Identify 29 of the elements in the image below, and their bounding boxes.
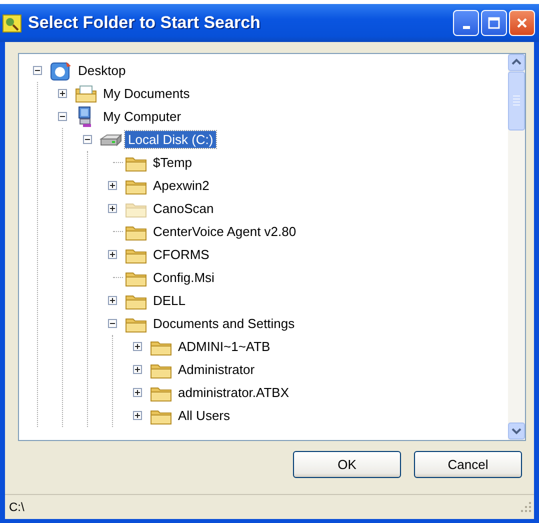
close-icon	[516, 17, 528, 29]
tree-item[interactable]: All Users	[175, 407, 234, 424]
tree-item[interactable]: My Computer	[100, 108, 184, 125]
tree-item[interactable]: CenterVoice Agent v2.80	[150, 223, 300, 240]
tree-item[interactable]: Config.Msi	[150, 269, 218, 286]
tree-item[interactable]: Local Disk (C:)	[125, 131, 216, 148]
status-text: C:\	[9, 500, 24, 514]
tree-item[interactable]: Administrator	[175, 361, 258, 378]
tree-item[interactable]: CFORMS	[150, 246, 212, 263]
dialog-button[interactable]: OK	[293, 451, 401, 478]
tree-item[interactable]: My Documents	[100, 85, 193, 102]
maximize-button[interactable]	[481, 10, 507, 36]
close-button[interactable]	[509, 10, 535, 36]
tree-item[interactable]: DELL	[150, 292, 189, 309]
tree-item[interactable]: Documents and Settings	[150, 315, 298, 332]
tree-item[interactable]: Apexwin2	[150, 177, 212, 194]
resize-grip-icon[interactable]	[520, 501, 532, 513]
window-title: Select Folder to Start Search	[28, 13, 262, 33]
vertical-scrollbar[interactable]	[508, 54, 525, 440]
tree-item[interactable]: $Temp	[150, 154, 196, 171]
search-folder-icon	[2, 13, 22, 33]
tree-item[interactable]: Desktop	[75, 62, 129, 79]
minimize-icon	[462, 26, 470, 28]
tree-item[interactable]: administrator.ATBX	[175, 384, 292, 401]
dialog-button[interactable]: Cancel	[414, 451, 522, 478]
tree-item[interactable]: CanoScan	[150, 200, 217, 217]
maximize-icon	[488, 17, 500, 29]
minimize-button[interactable]	[453, 10, 479, 36]
tree-item[interactable]: ADMINI~1~ATB	[175, 338, 274, 355]
